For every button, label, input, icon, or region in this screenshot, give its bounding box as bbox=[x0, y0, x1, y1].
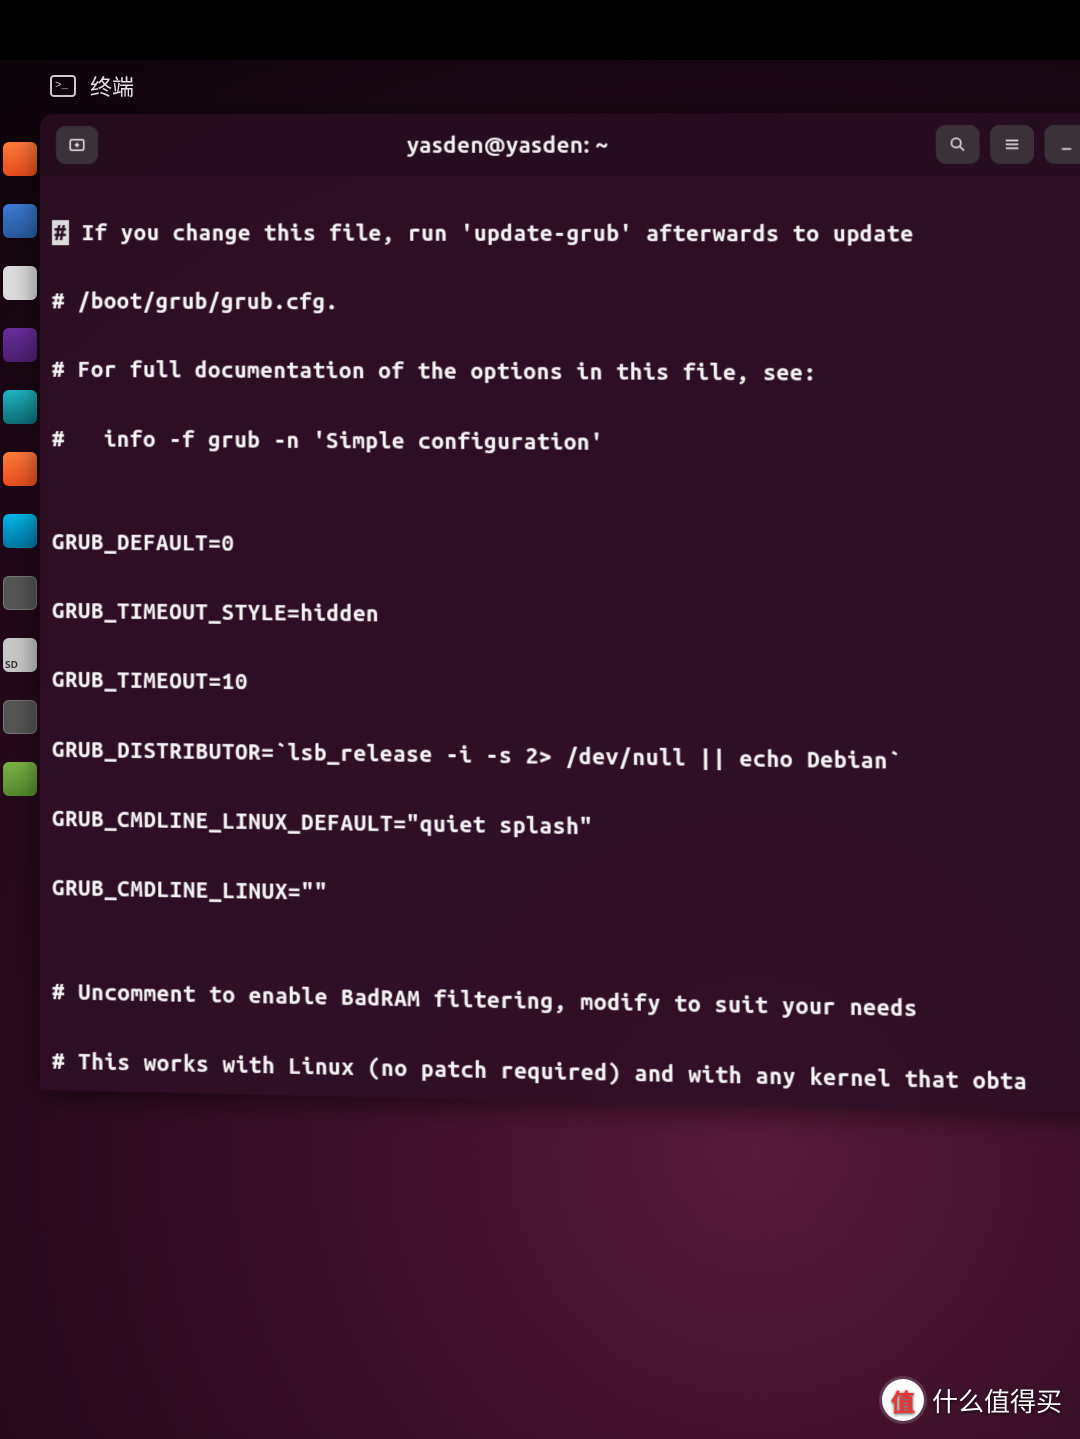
dock: SD bbox=[0, 112, 40, 1439]
watermark: 值 什么值得买 bbox=[882, 1379, 1062, 1421]
file-line: # Uncomment to enable BadRAM filtering, … bbox=[52, 975, 1080, 1031]
cursor: # bbox=[52, 220, 69, 245]
file-line: GRUB_DEFAULT=0 bbox=[52, 525, 1080, 569]
terminal-title: yasden@yasden: ~ bbox=[98, 132, 926, 158]
search-icon bbox=[948, 135, 967, 153]
file-line: GRUB_TIMEOUT_STYLE=hidden bbox=[52, 594, 1080, 640]
topbar-app-label: 终端 bbox=[90, 70, 134, 102]
line-text: If you change this file, run 'update-gru… bbox=[69, 220, 914, 247]
dock-item-trash[interactable] bbox=[3, 762, 37, 796]
watermark-text: 什么值得买 bbox=[932, 1382, 1062, 1419]
file-line: GRUB_CMDLINE_LINUX="" bbox=[52, 871, 1080, 924]
file-line: # This works with Linux (no patch requir… bbox=[52, 1044, 1080, 1102]
watermark-badge: 值 bbox=[882, 1379, 924, 1421]
terminal-body[interactable]: # If you change this file, run 'update-g… bbox=[40, 176, 1080, 1113]
dock-item-thunderbird[interactable] bbox=[3, 204, 37, 238]
dock-item-files[interactable] bbox=[3, 266, 37, 300]
dock-item-rhythmbox[interactable] bbox=[3, 328, 37, 362]
file-line: # info -f grub -n 'Simple configuration' bbox=[52, 422, 1080, 463]
terminal-icon bbox=[50, 75, 76, 97]
hamburger-icon bbox=[1003, 135, 1022, 153]
search-button[interactable] bbox=[936, 125, 980, 164]
file-line: # For full documentation of the options … bbox=[52, 353, 1080, 393]
minimize-icon bbox=[1057, 135, 1076, 153]
new-tab-button[interactable] bbox=[56, 126, 98, 164]
minimize-button[interactable] bbox=[1044, 125, 1080, 164]
screen-bezel bbox=[0, 0, 1080, 60]
dock-item-libreoffice[interactable] bbox=[3, 390, 37, 424]
file-line: # If you change this file, run 'update-g… bbox=[52, 216, 1080, 252]
dock-item-help[interactable] bbox=[3, 514, 37, 548]
dock-item-disk[interactable] bbox=[3, 700, 37, 734]
dock-item-firefox[interactable] bbox=[3, 142, 37, 176]
new-tab-icon bbox=[68, 136, 86, 154]
file-line: GRUB_TIMEOUT=10 bbox=[52, 663, 1080, 711]
dock-item-ubuntu-software[interactable] bbox=[3, 452, 37, 486]
terminal-headerbar: yasden@yasden: ~ bbox=[40, 113, 1080, 177]
dock-item-settings[interactable] bbox=[3, 576, 37, 610]
gnome-topbar: 终端 bbox=[0, 60, 1080, 112]
file-line: # /boot/grub/grub.cfg. bbox=[52, 285, 1080, 323]
dock-item-disk-sd[interactable]: SD bbox=[3, 638, 37, 672]
file-line: GRUB_DISTRIBUTOR=`lsb_release -i -s 2> /… bbox=[52, 732, 1080, 781]
terminal-window: yasden@yasden: ~ # If you change this fi… bbox=[40, 113, 1080, 1114]
file-line: GRUB_CMDLINE_LINUX_DEFAULT="quiet splash… bbox=[52, 801, 1080, 852]
hamburger-menu-button[interactable] bbox=[990, 125, 1034, 164]
